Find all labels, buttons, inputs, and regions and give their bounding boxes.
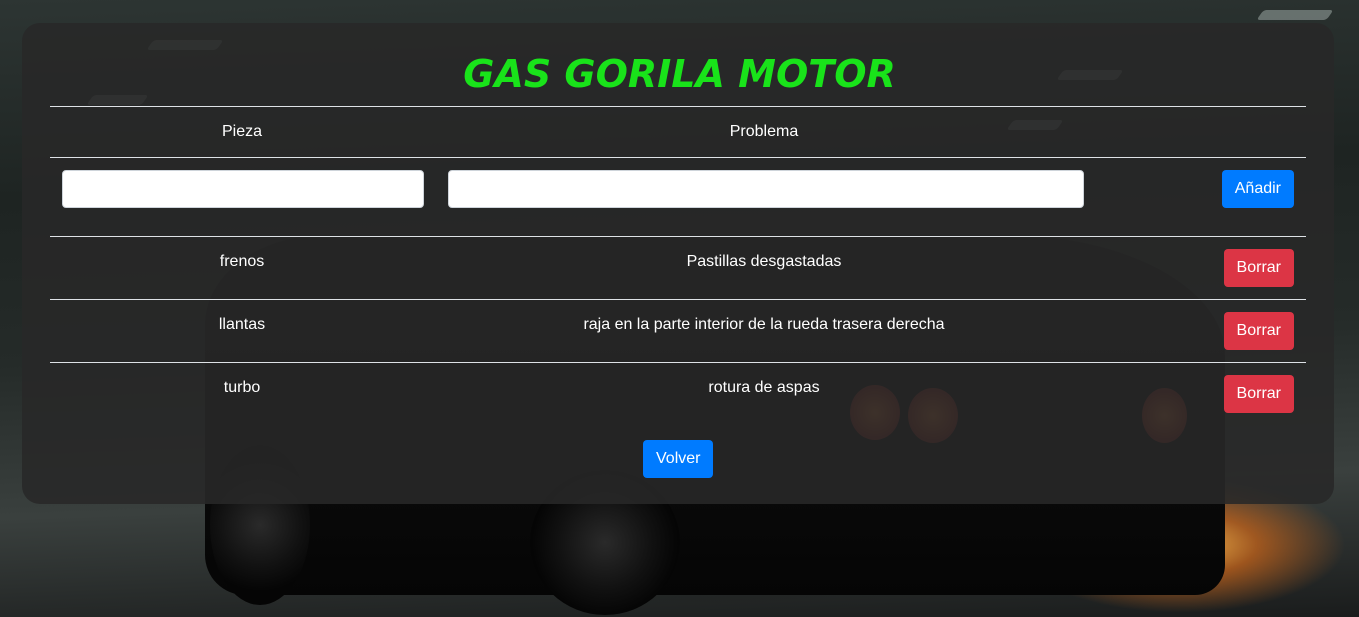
repairs-table: Pieza Problema Añadir frenos Pastillas d…	[50, 106, 1306, 425]
add-row-form: Añadir	[50, 158, 1306, 237]
back-button[interactable]: Volver	[643, 440, 714, 478]
ceiling-light	[1256, 10, 1334, 20]
problema-cell: raja en la parte interior de la rueda tr…	[583, 316, 945, 333]
pieza-input-cell	[50, 158, 434, 237]
problema-input-cell	[434, 158, 1094, 237]
pieza-input[interactable]	[62, 170, 424, 208]
column-header-actions	[1094, 106, 1306, 158]
add-button[interactable]: Añadir	[1221, 170, 1294, 208]
column-header-pieza: Pieza	[50, 106, 434, 158]
pieza-cell: llantas	[218, 316, 266, 333]
column-header-problema: Problema	[434, 106, 1094, 158]
pieza-cell: turbo	[223, 379, 261, 396]
pieza-cell: frenos	[219, 253, 265, 270]
problema-cell: rotura de aspas	[708, 379, 820, 396]
add-button-cell: Añadir	[1094, 158, 1306, 237]
table-row: llantas raja en la parte interior de la …	[50, 299, 1306, 363]
delete-button[interactable]: Borrar	[1223, 312, 1294, 350]
table-row: turbo rotura de aspas Borrar	[50, 362, 1306, 425]
delete-button[interactable]: Borrar	[1223, 249, 1294, 287]
problema-cell: Pastillas desgastadas	[686, 253, 842, 270]
delete-button[interactable]: Borrar	[1223, 375, 1294, 413]
table-row: frenos Pastillas desgastadas Borrar	[50, 236, 1306, 300]
table-header-row: Pieza Problema	[50, 106, 1306, 158]
problema-input[interactable]	[448, 170, 1084, 208]
page-title: GAS GORILA MOTOR	[463, 52, 896, 96]
